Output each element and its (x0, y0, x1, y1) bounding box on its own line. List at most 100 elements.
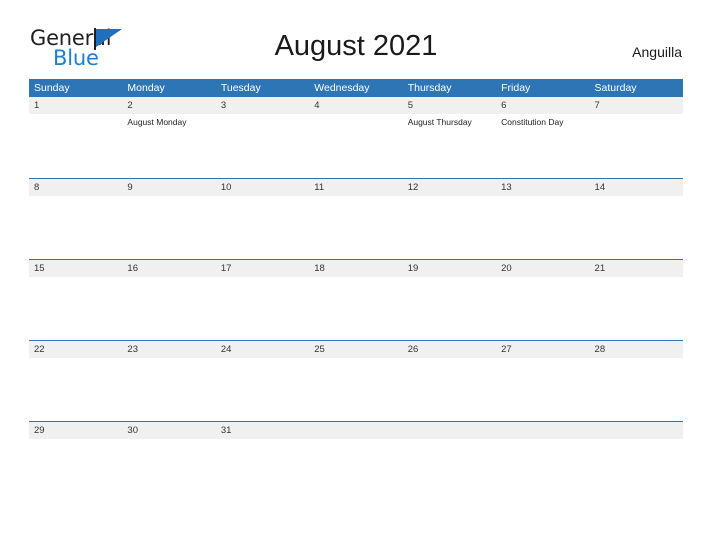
day-cell[interactable]: 18 (309, 260, 402, 340)
day-cell[interactable]: 11 (309, 179, 402, 259)
day-number (408, 422, 496, 439)
day-number: 3 (220, 100, 227, 111)
day-cell[interactable]: 23 (122, 341, 215, 421)
day-events (595, 277, 683, 280)
day-events (408, 439, 496, 442)
day-cell[interactable]: 28 (590, 341, 683, 421)
day-number: 24 (220, 344, 232, 355)
day-cell[interactable]: 9 (122, 179, 215, 259)
week-cells: 15 16 17 18 19 20 21 (29, 260, 683, 340)
day-cell[interactable]: 27 (496, 341, 589, 421)
day-cell[interactable]: 15 (29, 260, 122, 340)
day-events (221, 277, 309, 280)
calendar-week-row: 29 30 31 (29, 421, 683, 502)
day-events (127, 196, 215, 199)
day-events: August Thursday (408, 114, 496, 128)
weekday-header-monday: Monday (127, 82, 165, 94)
day-number: 25 (314, 344, 325, 355)
day-events (221, 196, 309, 199)
day-cell[interactable]: 12 (403, 179, 496, 259)
calendar-week-row: 15 16 17 18 19 20 21 (29, 259, 683, 340)
day-number: 15 (34, 263, 45, 274)
day-events (34, 277, 122, 280)
day-number: 28 (594, 344, 606, 355)
week-cells: 29 30 31 (29, 422, 683, 502)
day-cell[interactable]: 7 (590, 97, 683, 178)
day-events (314, 439, 402, 442)
day-number: 10 (220, 182, 232, 193)
day-number (314, 422, 402, 439)
weekday-header-wednesday: Wednesday (314, 82, 370, 94)
calendar-weeks: 1 2 August Monday 3 4 5 August Thursday 6 Consti… (29, 97, 683, 502)
day-cell[interactable]: 10 (216, 179, 309, 259)
day-number: 6 (501, 100, 507, 111)
day-events (408, 277, 496, 280)
day-cell[interactable]: 14 (590, 179, 683, 259)
day-cell[interactable]: 2 August Monday (122, 97, 215, 178)
day-cell[interactable]: 17 (216, 260, 309, 340)
event-label: Constitution Day (501, 117, 564, 127)
day-events (595, 196, 683, 199)
day-cell[interactable]: 31 (216, 422, 309, 502)
day-events (501, 439, 589, 442)
day-events (34, 358, 122, 361)
page-header: General Blue August 2021 Anguilla (0, 0, 712, 76)
day-number: 16 (127, 263, 138, 274)
weekday-header-sunday: Sunday (34, 82, 70, 94)
day-events (408, 196, 496, 199)
week-cells: 1 2 August Monday 3 4 5 August Thursday 6 Consti… (29, 97, 683, 178)
day-cell[interactable]: 16 (122, 260, 215, 340)
day-cell[interactable]: 6 Constitution Day (496, 97, 589, 178)
event-label: August Thursday (407, 117, 472, 127)
day-number (501, 422, 589, 439)
day-cell[interactable]: 26 (403, 341, 496, 421)
day-number: 22 (34, 344, 45, 355)
calendar-week-row: 8 9 10 11 12 13 14 (29, 178, 683, 259)
day-number: 30 (127, 425, 138, 436)
day-events (34, 439, 122, 442)
day-number: 14 (594, 182, 606, 193)
day-cell[interactable]: 21 (590, 260, 683, 340)
day-number: 5 (407, 100, 413, 111)
day-cell[interactable]: 1 (29, 97, 122, 178)
day-events (314, 114, 402, 117)
day-cell[interactable]: 5 August Thursday (403, 97, 496, 178)
day-cell[interactable]: 30 (122, 422, 215, 502)
page-title: August 2021 (274, 30, 438, 62)
day-cell[interactable]: 3 (216, 97, 309, 178)
day-number: 9 (127, 182, 133, 193)
day-number: 13 (501, 182, 512, 193)
weekday-header-thursday: Thursday (407, 82, 452, 94)
day-cell[interactable]: 8 (29, 179, 122, 259)
day-events (221, 439, 309, 442)
day-number: 29 (34, 425, 45, 436)
day-cell-empty (496, 422, 589, 502)
day-number: 26 (407, 344, 419, 355)
day-number: 27 (501, 344, 512, 355)
weekday-header-saturday: Saturday (594, 82, 637, 94)
day-cell[interactable]: 24 (216, 341, 309, 421)
day-cell[interactable]: 13 (496, 179, 589, 259)
day-number: 2 (127, 100, 133, 111)
day-events (314, 277, 402, 280)
day-number: 31 (220, 425, 232, 436)
day-cell[interactable]: 25 (309, 341, 402, 421)
day-cell[interactable]: 19 (403, 260, 496, 340)
country-label: Anguilla (632, 44, 682, 60)
day-cell[interactable]: 4 (309, 97, 402, 178)
day-events (127, 277, 215, 280)
day-cell[interactable]: 22 (29, 341, 122, 421)
week-cells: 8 9 10 11 12 13 14 (29, 179, 683, 259)
day-events: August Monday (127, 114, 215, 128)
week-cells: 22 23 24 25 26 27 28 (29, 341, 683, 421)
day-number: 11 (314, 182, 325, 193)
day-cell[interactable]: 29 (29, 422, 122, 502)
day-number: 7 (594, 100, 600, 111)
day-events (501, 277, 589, 280)
day-number: 17 (220, 263, 232, 274)
day-number (595, 422, 683, 439)
day-number: 4 (314, 100, 320, 111)
day-number: 1 (34, 100, 40, 111)
calendar-week-row: 1 2 August Monday 3 4 5 August Thursday 6 Consti… (29, 97, 683, 178)
day-cell[interactable]: 20 (496, 260, 589, 340)
